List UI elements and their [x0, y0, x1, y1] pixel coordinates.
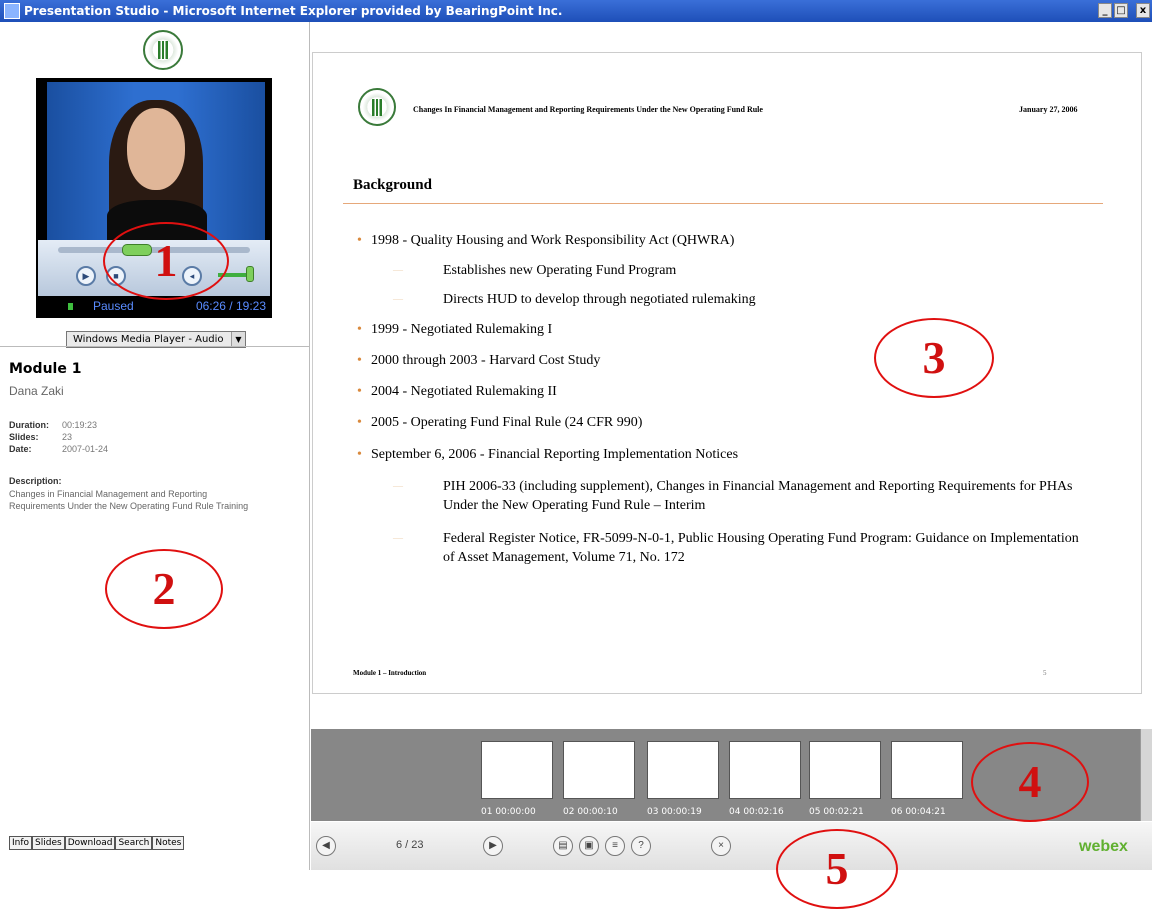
volume-knob[interactable]: [246, 266, 254, 282]
thumbnail-label: 04 00:02:16: [729, 807, 784, 817]
duration-label: Duration:: [9, 420, 49, 430]
close-window-button[interactable]: x: [1136, 3, 1150, 18]
slide-bullet: September 6, 2006 - Financial Reporting …: [357, 447, 738, 463]
slide-thumbnail[interactable]: [891, 741, 963, 799]
slide-header: Changes In Financial Management and Repo…: [413, 105, 763, 114]
tab-search[interactable]: Search: [115, 836, 153, 850]
thumbnail-label: 02 00:00:10: [563, 807, 618, 817]
slide-bullet: 2000 through 2003 - Harvard Cost Study: [357, 353, 600, 369]
tab-info[interactable]: Info: [9, 836, 33, 850]
thumbnail-label: 03 00:00:19: [647, 807, 702, 817]
play-icon[interactable]: ▶: [76, 266, 96, 286]
callout-4: 4: [971, 742, 1089, 822]
slide-counter: 6 / 23: [396, 839, 424, 851]
callout-3: 3: [874, 318, 994, 398]
slide-subbullet: PIH 2006-33 (including supplement), Chan…: [393, 477, 1083, 515]
player-type-value: Windows Media Player - Audio: [73, 334, 224, 345]
help-icon[interactable]: ?: [631, 836, 651, 856]
slide-bullet: 2005 - Operating Fund Final Rule (24 CFR…: [357, 415, 642, 431]
slide-date: January 27, 2006: [1019, 105, 1078, 114]
date-label: Date:: [9, 444, 32, 454]
slide-bullet: 1998 - Quality Housing and Work Responsi…: [357, 233, 734, 249]
description-label: Description:: [9, 476, 62, 486]
hud-logo-icon: [143, 30, 183, 70]
slide-thumbnail[interactable]: [809, 741, 881, 799]
slides-value: 23: [62, 432, 73, 442]
panel-tabs: Info Slides Download Search Notes: [9, 836, 185, 850]
callout-1: 1: [103, 222, 229, 300]
tab-slides[interactable]: Slides: [32, 836, 65, 850]
callout-2: 2: [105, 549, 223, 629]
window-title: Presentation Studio - Microsoft Internet…: [24, 4, 563, 18]
slide: Changes In Financial Management and Repo…: [312, 52, 1142, 694]
slide-subbullet: Establishes new Operating Fund Program: [393, 261, 1083, 280]
tab-download[interactable]: Download: [64, 836, 116, 850]
slide-rule: [343, 203, 1103, 204]
chevron-down-icon: ▼: [231, 332, 245, 347]
pause-indicator-icon: [68, 303, 73, 310]
outline-view-icon[interactable]: ≡: [605, 836, 625, 856]
slide-footer: Module 1 – Introduction: [353, 669, 427, 677]
presenter-name: Dana Zaki: [9, 384, 64, 398]
slide-thumbnail[interactable]: [647, 741, 719, 799]
player-time: 06:26 / 19:23: [195, 299, 266, 313]
duration-value: 00:19:23: [62, 420, 98, 430]
thumbnail-label: 05 00:02:21: [809, 807, 864, 817]
close-icon[interactable]: ×: [711, 836, 731, 856]
video-view-icon[interactable]: ▣: [579, 836, 599, 856]
previous-slide-icon[interactable]: ◀: [316, 836, 336, 856]
thumbnail-scrollbar[interactable]: [1140, 729, 1152, 821]
module-title: Module 1: [9, 361, 82, 377]
next-slide-icon[interactable]: ▶: [483, 836, 503, 856]
description-text: Changes in Financial Management and Repo…: [9, 489, 249, 511]
minimize-button[interactable]: _: [1098, 3, 1112, 18]
slide-subbullet: Directs HUD to develop through negotiate…: [393, 290, 1083, 309]
slide-thumbnail[interactable]: [729, 741, 801, 799]
app-icon: [4, 3, 20, 19]
slide-bullet: 1999 - Negotiated Rulemaking I: [357, 322, 552, 338]
slide-bullet: 2004 - Negotiated Rulemaking II: [357, 384, 557, 400]
page-background: [0, 870, 1152, 911]
slides-view-icon[interactable]: ▤: [553, 836, 573, 856]
slide-thumbnail[interactable]: [481, 741, 553, 799]
date-value: 2007-01-24: [62, 444, 109, 454]
callout-5: 5: [776, 829, 898, 909]
player-status: Paused: [93, 299, 134, 313]
tab-notes[interactable]: Notes: [152, 836, 185, 850]
maximize-button[interactable]: □: [1114, 3, 1128, 18]
navigation-bar: ◀ 6 / 23 ▶ ▤ ▣ ≡ ? × webex: [311, 822, 1152, 870]
slide-thumbnail[interactable]: [563, 741, 635, 799]
divider: [0, 346, 310, 347]
slides-label: Slides:: [9, 432, 39, 442]
presenter-video: [47, 82, 265, 240]
thumbnail-label: 01 00:00:00: [481, 807, 536, 817]
thumbnail-label: 06 00:04:21: [891, 807, 946, 817]
webex-logo: webex: [1079, 838, 1128, 855]
slide-heading: Background: [353, 177, 432, 193]
slide-logo-icon: [358, 88, 396, 126]
slide-page-number: 5: [1043, 669, 1047, 677]
window-title-bar: Presentation Studio - Microsoft Internet…: [0, 0, 1152, 22]
slide-subbullet: Federal Register Notice, FR-5099-N-0-1, …: [393, 529, 1083, 567]
